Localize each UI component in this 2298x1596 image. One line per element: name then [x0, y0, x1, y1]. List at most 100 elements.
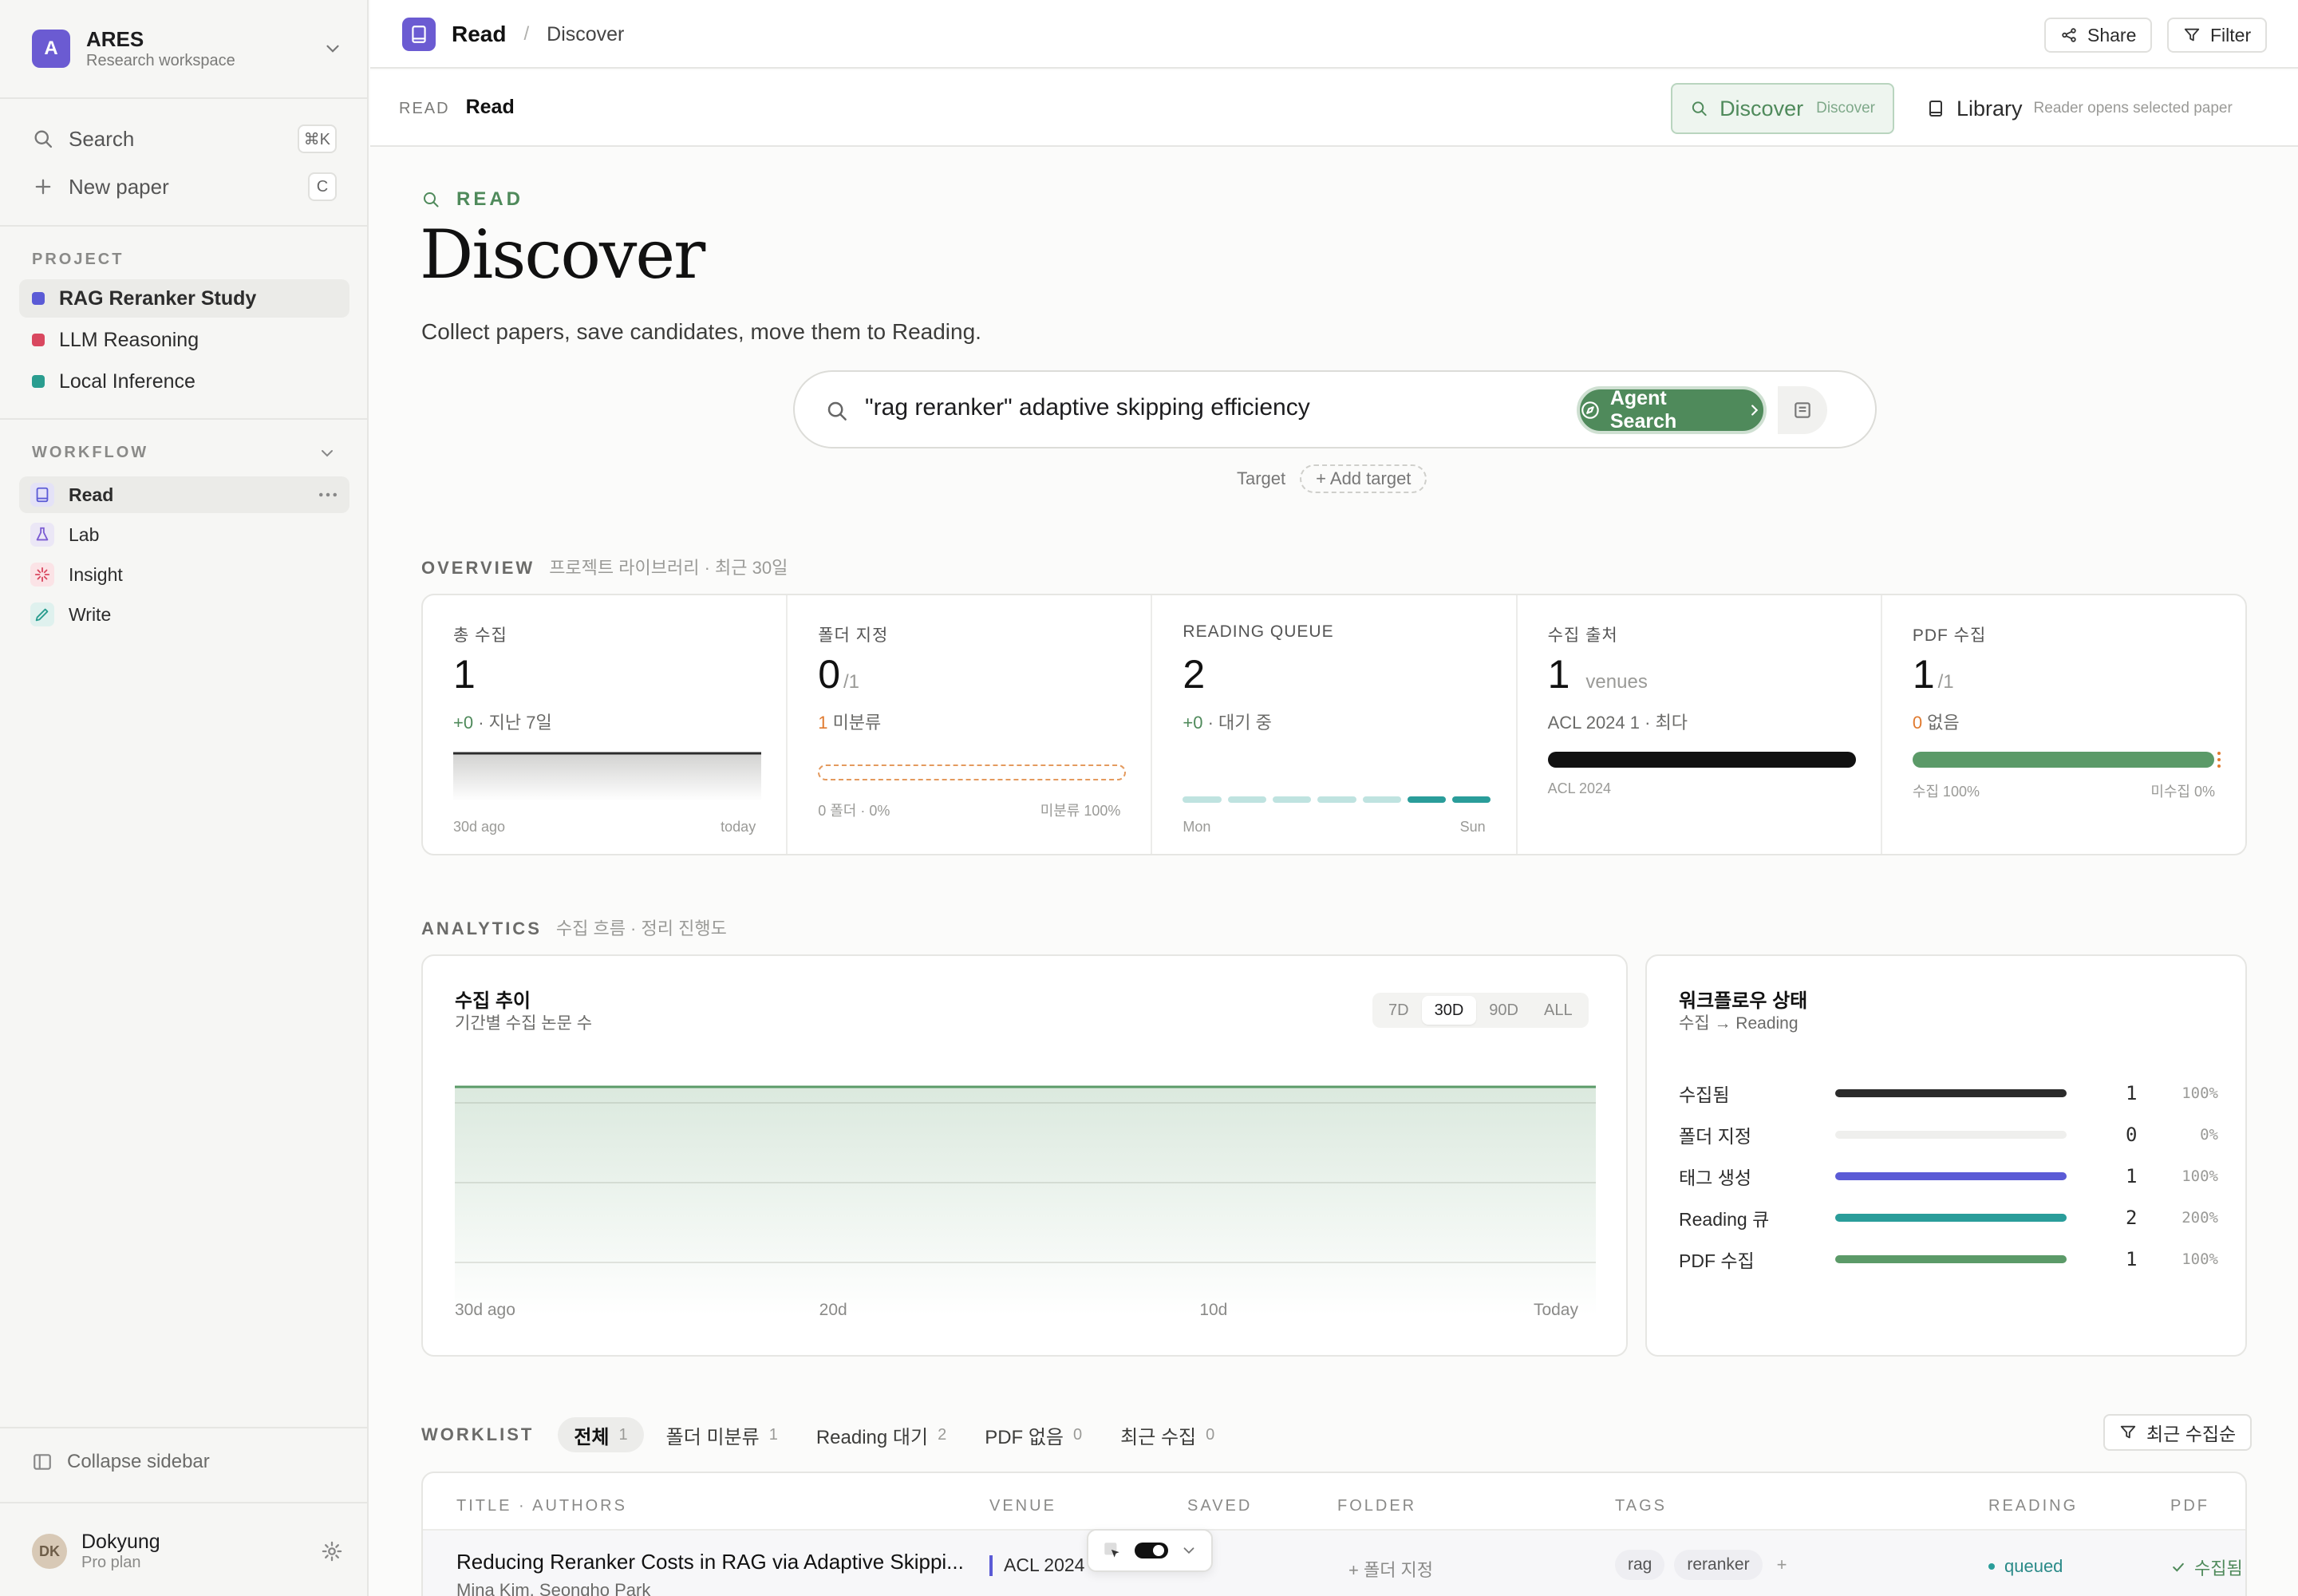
- sidebar-item-write[interactable]: Write: [19, 596, 349, 633]
- mode-header: READ Read Discover Discover Library Read…: [370, 70, 2298, 147]
- mode-library-hint: Reader opens selected paper: [2033, 100, 2233, 117]
- cursor-icon[interactable]: [1102, 1540, 1123, 1561]
- divider: [0, 1502, 369, 1503]
- status-row-label: 수집됨: [1679, 1084, 1730, 1105]
- breadcrumb-separator: /: [523, 23, 530, 45]
- workflow-status-row: 폴더 지정 0 0%: [1679, 1119, 2218, 1151]
- workspace-subtitle: Research workspace: [86, 52, 235, 69]
- project-color-dot: [32, 292, 45, 305]
- workspace-switcher[interactable]: A ARES Research workspace: [32, 27, 343, 69]
- pdf-status-label: 수집됨: [2194, 1558, 2243, 1578]
- sparkle-icon: [30, 563, 54, 587]
- gear-icon[interactable]: [321, 1540, 343, 1562]
- range-selector: 7D 30D 90D ALL: [1372, 993, 1589, 1028]
- status-row-bar: [1835, 1172, 2067, 1180]
- tag-chip[interactable]: reranker: [1674, 1550, 1763, 1580]
- stat-label: PDF 수집: [1912, 626, 1987, 645]
- eyebrow-label: READ: [456, 188, 524, 210]
- tab-no-pdf[interactable]: PDF 없음 0: [969, 1417, 1098, 1452]
- sidebar-item-read[interactable]: Read: [19, 476, 349, 513]
- range-90d[interactable]: 90D: [1476, 996, 1531, 1025]
- column-header[interactable]: FOLDER: [1337, 1497, 1416, 1515]
- paper-title[interactable]: Reducing Reranker Costs in RAG via Adapt…: [456, 1550, 964, 1574]
- breadcrumb-section[interactable]: Read: [452, 22, 506, 47]
- tab-all[interactable]: 전체 1: [558, 1417, 644, 1452]
- status-row-label: PDF 수집: [1679, 1250, 1755, 1271]
- column-header[interactable]: VENUE: [989, 1497, 1056, 1515]
- sidebar-item-project[interactable]: Local Inference: [19, 362, 349, 401]
- mode-discover-button[interactable]: Discover Discover: [1671, 83, 1894, 134]
- stat-reading-queue: READING QUEUE 2 +0 · 대기 중 Mon Sun: [1152, 595, 1518, 854]
- x-tick-label: 20d: [819, 1301, 847, 1319]
- user-plan: Pro plan: [81, 1554, 141, 1571]
- divider: [0, 418, 369, 420]
- share-button[interactable]: Share: [2044, 18, 2153, 53]
- workflow-status-row: Reading 큐 2 200%: [1679, 1202, 2218, 1234]
- workflow-status-row: 태그 생성 1 100%: [1679, 1160, 2218, 1192]
- table-row[interactable]: Reducing Reranker Costs in RAG via Adapt…: [423, 1529, 2245, 1596]
- pdf-missing-marker: [2217, 752, 2221, 768]
- sidebar-item-insight[interactable]: Insight: [19, 556, 349, 593]
- tab-reading-waiting[interactable]: Reading 대기 2: [800, 1417, 962, 1452]
- page-description: Collect papers, save candidates, move th…: [421, 319, 981, 344]
- more-icon[interactable]: [316, 483, 340, 507]
- notes-button[interactable]: [1778, 386, 1827, 434]
- divider: [0, 225, 369, 227]
- user-profile[interactable]: DK Dokyung Pro plan: [32, 1527, 343, 1575]
- search-button[interactable]: Search ⌘K: [32, 121, 337, 156]
- stat-note: 0 없음: [1912, 713, 1960, 733]
- sidebar-item-project[interactable]: RAG Reranker Study: [19, 279, 349, 318]
- range-all[interactable]: ALL: [1531, 996, 1585, 1025]
- range-30d[interactable]: 30D: [1421, 996, 1477, 1025]
- column-header[interactable]: SAVED: [1187, 1497, 1252, 1515]
- column-header[interactable]: TITLE · AUTHORS: [456, 1497, 627, 1515]
- sidebar-item-project[interactable]: LLM Reasoning: [19, 321, 349, 359]
- tab-unfiled[interactable]: 폴더 미분류 1: [650, 1417, 794, 1452]
- share-label: Share: [2087, 24, 2137, 45]
- workspace-logo: A: [32, 30, 70, 68]
- compass-icon: [1581, 401, 1599, 419]
- filter-button[interactable]: Filter: [2167, 18, 2268, 53]
- new-paper-button[interactable]: New paper C: [32, 169, 337, 204]
- column-header[interactable]: TAGS: [1615, 1497, 1667, 1515]
- status-row-count: 1: [2126, 1165, 2138, 1187]
- search-input[interactable]: "rag reranker" adaptive skipping efficie…: [865, 394, 1310, 421]
- chevron-down-icon[interactable]: [318, 444, 337, 463]
- sidebar-icon: [34, 1454, 51, 1470]
- tag-chip[interactable]: rag: [1615, 1550, 1665, 1580]
- tab-recent[interactable]: 최근 수집 0: [1104, 1417, 1230, 1452]
- add-target-button[interactable]: + Add target: [1300, 464, 1427, 493]
- target-row: Target + Add target: [1237, 464, 1427, 493]
- status-row-percent: 0%: [2200, 1126, 2218, 1144]
- filter-label: Filter: [2210, 24, 2252, 45]
- stat-pdf: PDF 수집 1/1 0 없음 수집 100% 미수집 0%: [1882, 595, 2245, 854]
- mode-eyebrow: READ: [399, 100, 450, 117]
- status-row-count: 1: [2126, 1248, 2138, 1270]
- share-icon: [2062, 28, 2076, 42]
- stat-foot-right: 미분류 100%: [1040, 803, 1121, 819]
- assign-folder-button[interactable]: + 폴더 지정: [1348, 1556, 1433, 1582]
- collapse-label: Collapse sidebar: [67, 1451, 210, 1472]
- check-icon: [2173, 1562, 2184, 1572]
- agent-search-button[interactable]: Agent Search: [1577, 386, 1767, 434]
- stat-label: READING QUEUE: [1183, 622, 1334, 641]
- sort-button[interactable]: 최근 수집순: [2103, 1414, 2253, 1451]
- toggle-icon[interactable]: [1134, 1540, 1169, 1561]
- weekday-bar: [1227, 796, 1266, 803]
- collapse-sidebar-button[interactable]: Collapse sidebar: [32, 1451, 210, 1473]
- mode-library-button[interactable]: Library Reader opens selected paper: [1909, 83, 2284, 134]
- status-row-bar: [1835, 1131, 2067, 1139]
- column-header[interactable]: PDF: [2170, 1497, 2209, 1515]
- column-header[interactable]: READING: [1988, 1497, 2078, 1515]
- add-tag-button[interactable]: +: [1777, 1555, 1787, 1575]
- chevron-down-icon[interactable]: [1180, 1542, 1198, 1559]
- workflow-label: Insight: [69, 563, 123, 585]
- mode-discover-hint: Discover: [1816, 100, 1875, 117]
- x-tick-label: 30d ago: [455, 1301, 515, 1319]
- status-row-percent: 200%: [2182, 1209, 2218, 1227]
- sidebar-item-lab[interactable]: Lab: [19, 516, 349, 553]
- sparkline: [453, 752, 761, 801]
- range-7d[interactable]: 7D: [1376, 996, 1422, 1025]
- search-icon: [34, 130, 53, 148]
- reading-status[interactable]: queued: [1988, 1556, 2063, 1577]
